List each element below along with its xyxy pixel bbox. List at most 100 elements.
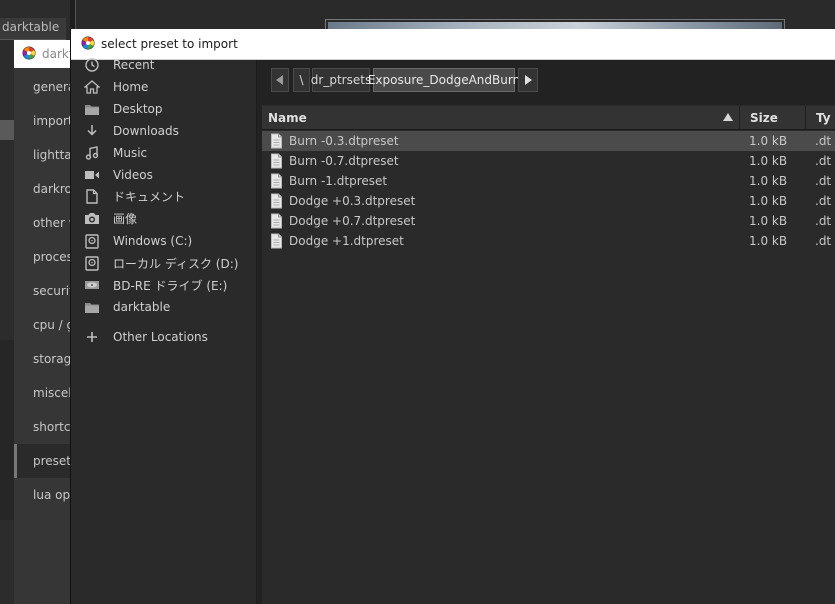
- place-item[interactable]: 画像: [71, 207, 257, 229]
- place-item-label: Recent: [113, 58, 155, 72]
- place-item-label: Downloads: [113, 124, 179, 138]
- place-item[interactable]: Downloads: [71, 120, 257, 142]
- place-item[interactable]: Home: [71, 76, 257, 98]
- preferences-category-item[interactable]: lua options: [14, 478, 74, 512]
- file-row[interactable]: Burn -1.dtpreset 1.0 kB .dt: [262, 171, 835, 191]
- file-icon: [270, 173, 283, 192]
- file-list: Name Size Ty Burn -0.3.dtpreset 1.0 kB .dt…: [262, 105, 835, 604]
- place-item-label: Desktop: [113, 102, 163, 116]
- plus-icon: [71, 331, 113, 343]
- file-icon: [270, 233, 283, 252]
- file-icon: [270, 133, 283, 152]
- preferences-category-item[interactable]: other views: [14, 206, 74, 240]
- file-icon: [270, 153, 283, 172]
- place-item[interactable]: Windows (C:): [71, 230, 257, 252]
- place-item-label: Music: [113, 146, 148, 160]
- column-header-name[interactable]: Name: [262, 106, 740, 130]
- place-item-label: Videos: [113, 168, 153, 182]
- file-row[interactable]: Dodge +0.7.dtpreset 1.0 kB .dt: [262, 211, 835, 231]
- background-panel-shade: [0, 340, 14, 520]
- darktable-window-tab[interactable]: darktable: [0, 18, 66, 40]
- path-scroll-left-button[interactable]: [271, 68, 289, 92]
- file-type: .dt: [815, 214, 832, 228]
- place-item-label: Windows (C:): [113, 234, 193, 248]
- place-item[interactable]: Music: [71, 142, 257, 164]
- folder-icon: [71, 103, 113, 116]
- place-item-label: darktable: [113, 300, 171, 314]
- path-segment-current-button[interactable]: Exposure_DodgeAndBurn: [368, 68, 520, 92]
- file-size: 1.0 kB: [749, 234, 788, 248]
- triangle-left-icon: [276, 75, 283, 85]
- file-icon: [270, 193, 283, 212]
- preferences-category-item[interactable]: miscellaneous: [14, 376, 74, 410]
- place-item-label: Home: [113, 80, 149, 94]
- optical-drive-icon: [71, 278, 113, 292]
- drive-icon: [71, 255, 113, 271]
- folder-icon: [71, 301, 113, 314]
- file-row[interactable]: Burn -0.7.dtpreset 1.0 kB .dt: [262, 151, 835, 171]
- background-panel-accent: [0, 120, 14, 140]
- path-root-button[interactable]: \: [293, 68, 310, 92]
- column-header-type[interactable]: Ty: [808, 106, 835, 130]
- clock-icon: [71, 58, 113, 72]
- place-item-label: ローカル ディスク (D:): [113, 256, 239, 271]
- place-item-label: BD-RE ドライブ (E:): [113, 278, 228, 293]
- file-row[interactable]: Dodge +1.dtpreset 1.0 kB .dt: [262, 231, 835, 251]
- file-name: Burn -0.7.dtpreset: [289, 154, 399, 168]
- place-item[interactable]: Recent: [71, 54, 257, 76]
- darktable-logo-icon: [81, 36, 95, 50]
- place-item[interactable]: BD-RE ドライブ (E:): [71, 274, 257, 296]
- download-icon: [71, 124, 113, 138]
- file-row[interactable]: Burn -0.3.dtpreset 1.0 kB .dt: [262, 131, 835, 151]
- darktable-logo-icon: [22, 46, 36, 60]
- place-item[interactable]: Other Locations: [71, 326, 257, 348]
- file-type: .dt: [815, 174, 832, 188]
- preferences-titlebar: darktable: [14, 40, 74, 68]
- preferences-category-item[interactable]: shortcuts: [14, 410, 74, 444]
- preferences-category-item[interactable]: general: [14, 70, 74, 104]
- darktable-tab-label: darktable: [2, 20, 60, 34]
- column-header-type-label: Ty: [816, 111, 831, 125]
- preferences-category-item[interactable]: cpu / gpu / memory: [14, 308, 74, 342]
- video-icon: [71, 169, 113, 181]
- preferences-category-item[interactable]: storage: [14, 342, 74, 376]
- file-name: Dodge +1.dtpreset: [289, 234, 404, 248]
- file-size: 1.0 kB: [749, 134, 788, 148]
- place-item-label: ドキュメント: [113, 189, 186, 204]
- place-item[interactable]: ローカル ディスク (D:): [71, 252, 257, 274]
- path-segment-button[interactable]: dr_ptrsets: [311, 68, 371, 92]
- home-icon: [71, 80, 113, 94]
- file-icon: [270, 213, 283, 232]
- file-browser-main: \ dr_ptrsets Exposure_DodgeAndBurn Name …: [258, 60, 835, 604]
- drive-icon: [71, 233, 113, 249]
- path-scroll-right-button[interactable]: [518, 68, 538, 92]
- place-item[interactable]: ドキュメント: [71, 185, 257, 207]
- sort-ascending-icon: [723, 113, 733, 121]
- file-type: .dt: [815, 134, 832, 148]
- file-list-header: Name Size Ty: [262, 106, 835, 130]
- file-type: .dt: [815, 154, 832, 168]
- file-name: Dodge +0.7.dtpreset: [289, 214, 416, 228]
- place-item[interactable]: Desktop: [71, 98, 257, 120]
- file-type: .dt: [815, 234, 832, 248]
- preferences-category-item[interactable]: import: [14, 104, 74, 138]
- places-sidebar: Recent Home Desktop Downloads Music Videos ドキュ…: [71, 58, 257, 604]
- file-type: .dt: [815, 194, 832, 208]
- place-item[interactable]: darktable: [71, 296, 257, 318]
- preferences-category-item[interactable]: presets: [14, 444, 74, 478]
- file-row[interactable]: Dodge +0.3.dtpreset 1.0 kB .dt: [262, 191, 835, 211]
- column-header-size[interactable]: Size: [742, 106, 806, 130]
- preferences-category-item[interactable]: lighttable: [14, 138, 74, 172]
- file-name: Burn -1.dtpreset: [289, 174, 388, 188]
- column-header-size-label: Size: [750, 111, 778, 125]
- music-icon: [71, 146, 113, 160]
- preferences-category-item[interactable]: processing: [14, 240, 74, 274]
- place-item-label: Other Locations: [113, 330, 208, 344]
- preferences-category-item[interactable]: security: [14, 274, 74, 308]
- file-size: 1.0 kB: [749, 194, 788, 208]
- document-icon: [71, 188, 113, 204]
- file-size: 1.0 kB: [749, 174, 788, 188]
- file-size: 1.0 kB: [749, 154, 788, 168]
- place-item[interactable]: Videos: [71, 164, 257, 186]
- preferences-category-item[interactable]: darkroom: [14, 172, 74, 206]
